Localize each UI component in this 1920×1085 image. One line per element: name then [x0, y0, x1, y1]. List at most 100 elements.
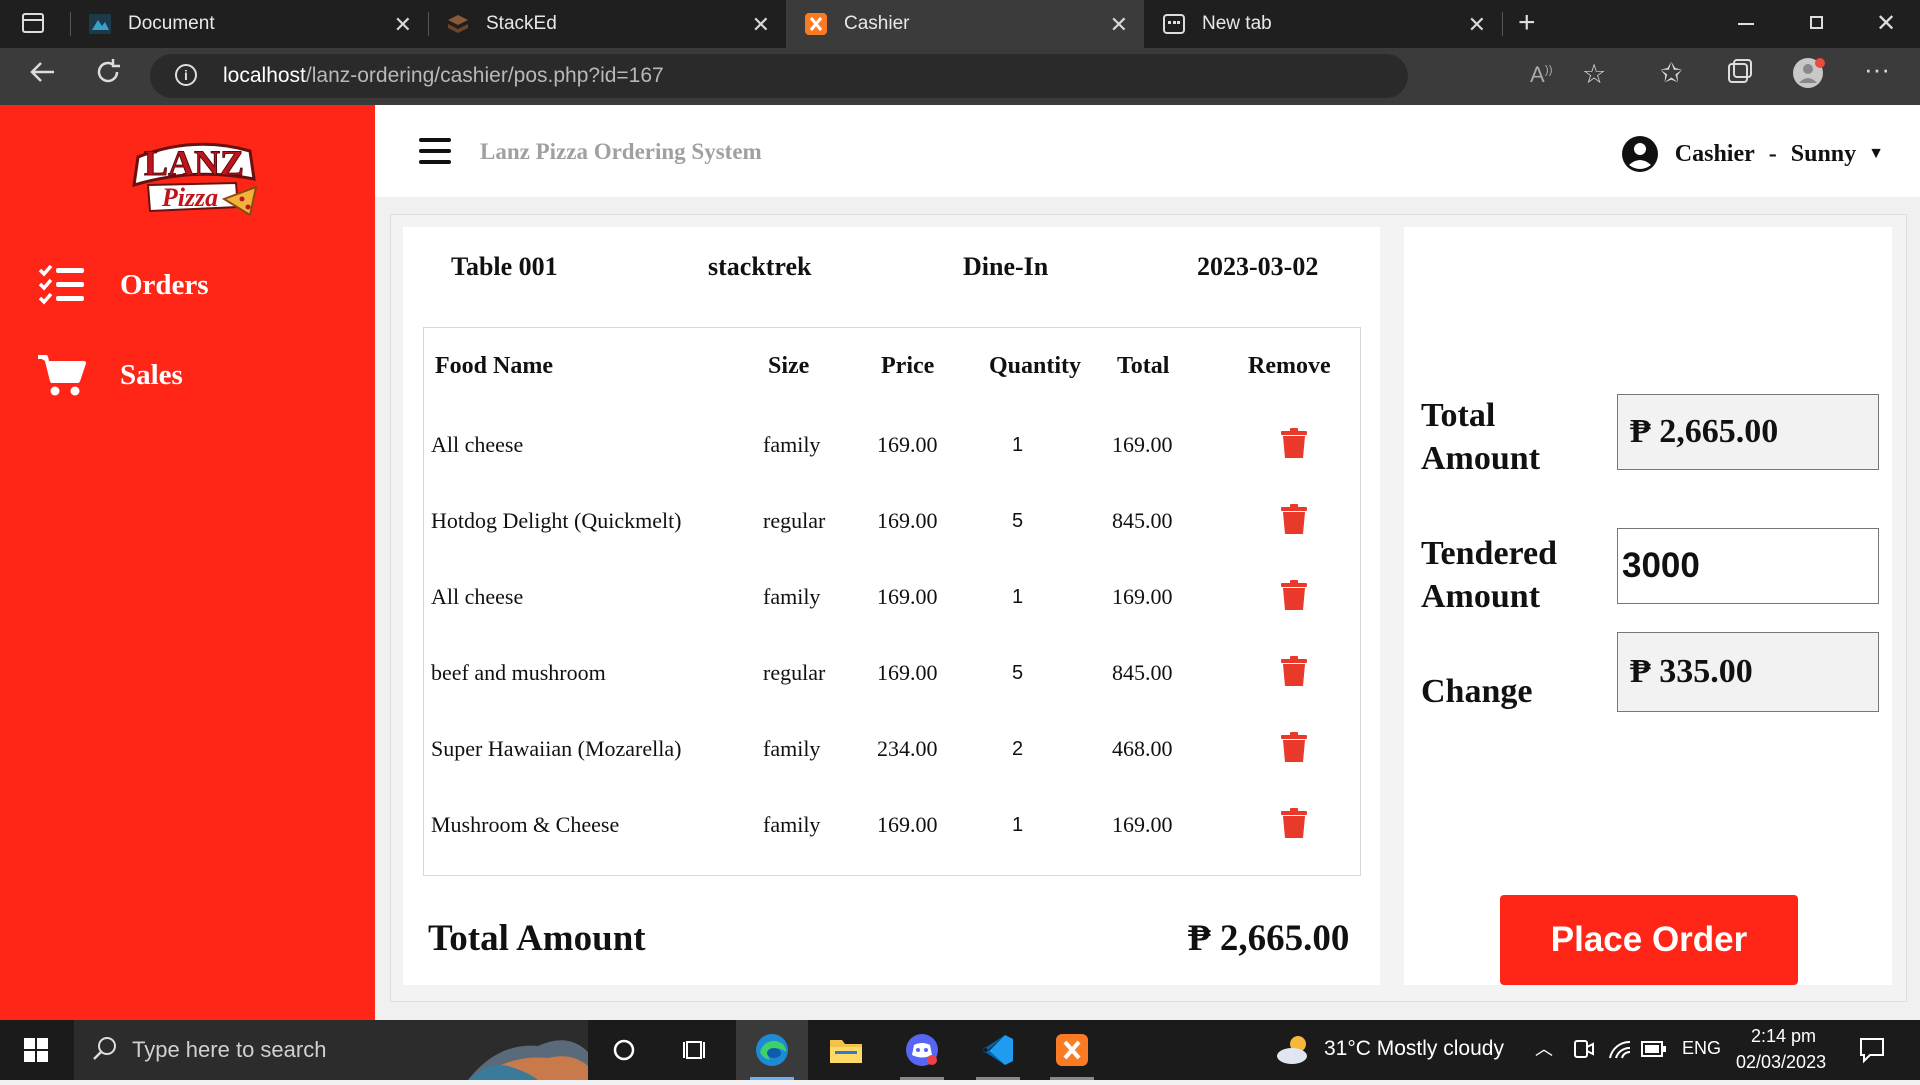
favorites-icon[interactable]: ✩	[1660, 58, 1683, 89]
sidebar-item-label: Orders	[120, 268, 209, 301]
more-options-icon[interactable]: ···	[1864, 54, 1890, 85]
tab-actions-icon[interactable]	[22, 13, 44, 33]
trash-icon[interactable]	[1281, 428, 1307, 458]
refresh-icon[interactable]	[94, 58, 122, 93]
read-aloud-icon[interactable]: A))	[1530, 62, 1553, 88]
column-header-size: Size	[768, 353, 810, 379]
clock-date[interactable]: 02/03/2023	[1736, 1052, 1826, 1073]
item-name: Hotdog Delight (Quickmelt)	[431, 508, 682, 533]
page-title: Lanz Pizza Ordering System	[480, 139, 762, 164]
user-menu[interactable]: Cashier - Sunny ▼	[1621, 135, 1884, 173]
task-view-icon[interactable]	[660, 1020, 732, 1080]
url-field[interactable]: i localhost/lanz-ordering/cashier/pos.ph…	[150, 54, 1553, 98]
item-size: family	[763, 584, 821, 609]
close-window-icon[interactable]: ✕	[1876, 9, 1896, 38]
column-header-quantity: Quantity	[989, 353, 1082, 379]
battery-icon[interactable]	[1641, 1040, 1667, 1063]
item-total: 169.00	[1112, 432, 1173, 457]
back-arrow-icon[interactable]	[28, 58, 56, 93]
file-explorer-icon[interactable]	[810, 1020, 882, 1080]
change-label: Change	[1421, 673, 1533, 710]
svg-text:Pizza: Pizza	[161, 183, 218, 212]
close-tab-icon[interactable]: ✕	[1468, 12, 1486, 38]
search-icon	[92, 1036, 118, 1067]
tab-document[interactable]: Document ✕	[70, 0, 428, 48]
svg-text:LANZ: LANZ	[144, 143, 244, 183]
wifi-icon[interactable]	[1608, 1038, 1632, 1065]
item-price: 169.00	[877, 812, 938, 837]
item-size: family	[763, 432, 821, 457]
weather-text[interactable]: 31°C Mostly cloudy	[1324, 1037, 1504, 1061]
sidebar: LANZ Pizza Orders Sales	[0, 105, 375, 1020]
item-name: beef and mushroom	[431, 660, 606, 685]
tab-cashier[interactable]: Cashier ✕	[786, 0, 1144, 48]
item-name: Super Hawaiian (Mozarella)	[431, 736, 682, 761]
trash-icon[interactable]	[1281, 808, 1307, 838]
trash-icon[interactable]	[1281, 656, 1307, 686]
tab-new-tab[interactable]: New tab ✕	[1144, 0, 1502, 48]
item-total: 845.00	[1112, 660, 1173, 685]
discord-icon[interactable]	[886, 1020, 958, 1080]
tab-stacked[interactable]: StackEd ✕	[428, 0, 786, 48]
trash-icon[interactable]	[1281, 732, 1307, 762]
item-price: 234.00	[877, 736, 938, 761]
close-tab-icon[interactable]: ✕	[394, 12, 412, 38]
close-tab-icon[interactable]: ✕	[752, 12, 770, 38]
user-avatar-icon	[1621, 135, 1659, 173]
profile-avatar-icon[interactable]	[1792, 56, 1826, 97]
taskbar-search-box[interactable]: Type here to search	[74, 1020, 588, 1080]
column-header-food-name: Food Name	[435, 353, 553, 379]
sidebar-item-orders[interactable]: Orders	[38, 263, 209, 307]
close-tab-icon[interactable]: ✕	[1110, 12, 1128, 38]
tab-title: Cashier	[844, 13, 910, 34]
clock-time[interactable]: 2:14 pm	[1751, 1026, 1816, 1047]
trash-icon[interactable]	[1281, 580, 1307, 610]
weather-cloud-icon[interactable]	[1274, 1032, 1314, 1071]
item-quantity: 2	[1012, 738, 1024, 760]
meet-now-icon[interactable]	[1572, 1038, 1594, 1065]
cortana-icon[interactable]	[588, 1020, 660, 1080]
order-type: Dine-In	[963, 252, 1049, 281]
lanz-pizza-logo[interactable]: LANZ Pizza	[124, 127, 264, 223]
xampp-favicon	[804, 12, 828, 36]
item-total: 468.00	[1112, 736, 1173, 761]
trash-icon[interactable]	[1281, 504, 1307, 534]
browser-tab-bar: Document ✕ StackEd ✕ Cashier ✕ New tab ✕…	[0, 0, 1920, 48]
tab-title: Document	[128, 13, 215, 34]
address-bar-row: i localhost/lanz-ordering/cashier/pos.ph…	[0, 48, 1920, 105]
sidebar-item-sales[interactable]: Sales	[38, 353, 183, 397]
tendered-amount-input[interactable]: 3000	[1617, 528, 1879, 604]
new-tab-plus-icon[interactable]: +	[1518, 6, 1536, 40]
item-size: family	[763, 736, 821, 761]
minimize-icon[interactable]	[1738, 23, 1754, 25]
search-highlight-image	[468, 1032, 588, 1085]
tendered-amount-label: Tendered Amount	[1421, 532, 1557, 618]
xampp-icon[interactable]	[1036, 1020, 1108, 1080]
user-name: Sunny	[1790, 140, 1857, 167]
order-customer: stacktrek	[708, 252, 812, 281]
notifications-icon[interactable]	[1858, 1036, 1886, 1069]
vscode-icon[interactable]	[962, 1020, 1034, 1080]
user-role: Cashier	[1674, 140, 1755, 167]
site-info-icon[interactable]: i	[175, 64, 197, 86]
add-favorite-icon[interactable]: ☆	[1582, 59, 1606, 90]
column-header-total: Total	[1117, 353, 1170, 379]
language-indicator[interactable]: ENG	[1682, 1038, 1721, 1059]
tendered-amount-label-line2: Amount	[1421, 578, 1541, 615]
item-price: 169.00	[877, 660, 938, 685]
change-field: ₱ 335.00	[1617, 632, 1879, 712]
edge-browser-icon[interactable]	[736, 1020, 808, 1080]
top-header: Lanz Pizza Ordering System Cashier - Sun…	[375, 105, 1920, 197]
show-hidden-icons-icon[interactable]: ︿	[1535, 1035, 1553, 1061]
order-total-label: Total Amount	[428, 918, 646, 959]
collections-icon[interactable]	[1726, 58, 1754, 93]
place-order-button[interactable]: Place Order	[1500, 895, 1798, 985]
url-text: localhost/lanz-ordering/cashier/pos.php?…	[223, 64, 664, 88]
restore-icon[interactable]	[1810, 16, 1823, 29]
item-quantity: 1	[1012, 434, 1024, 456]
total-amount-label: Total Amount	[1421, 394, 1540, 480]
hamburger-menu-icon[interactable]	[419, 138, 451, 164]
item-size: regular	[763, 660, 826, 685]
column-header-remove: Remove	[1248, 353, 1331, 379]
windows-start-icon[interactable]	[0, 1020, 72, 1080]
